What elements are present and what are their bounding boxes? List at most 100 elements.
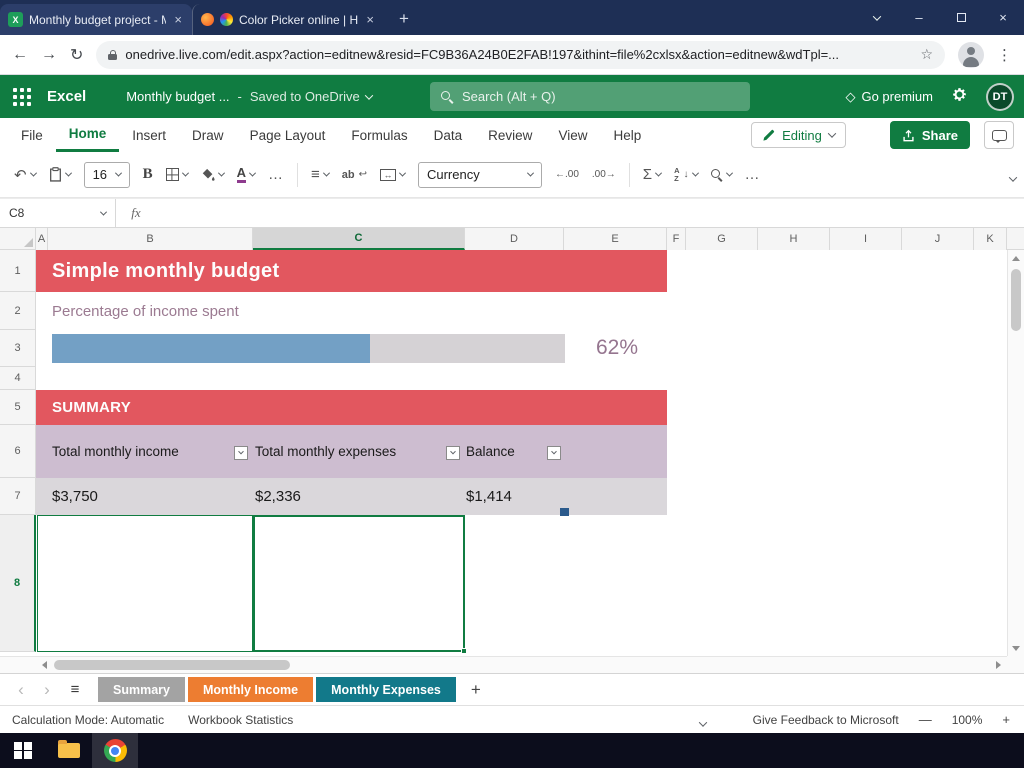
status-chevron-icon[interactable] [698, 716, 708, 730]
sheet-tab-monthly-income[interactable]: Monthly Income [187, 677, 314, 702]
browser-menu-icon[interactable]: ⋮ [997, 46, 1012, 64]
sort-filter-button[interactable]: A Z ↓ [674, 167, 699, 182]
search-box[interactable]: Search (Alt + Q) [430, 82, 750, 111]
horizontal-scrollbar[interactable] [0, 656, 1007, 673]
cell-B8[interactable] [37, 515, 253, 652]
percent-label-cell[interactable]: Percentage of income spent [52, 292, 239, 330]
forward-button[interactable]: → [41, 46, 57, 64]
cell-C8-selected[interactable] [253, 515, 467, 654]
ribbon-tab-page-layout[interactable]: Page Layout [237, 118, 339, 152]
comments-button[interactable] [984, 121, 1014, 149]
ribbon-tab-help[interactable]: Help [600, 118, 654, 152]
zoom-out-button[interactable]: — [919, 712, 932, 727]
column-header-G[interactable]: G [686, 228, 758, 250]
tab-close-icon[interactable]: × [364, 12, 376, 27]
column-header-C[interactable]: C [253, 228, 465, 250]
column-header-H[interactable]: H [758, 228, 830, 250]
title-banner-cell[interactable]: Simple monthly budget [36, 250, 667, 292]
close-button[interactable]: × [982, 0, 1024, 35]
ribbon-tab-insert[interactable]: Insert [119, 118, 179, 152]
vertical-scrollbar[interactable] [1007, 250, 1024, 656]
row-header-6[interactable]: 6 [0, 425, 36, 478]
cell-income-value[interactable]: $3,750 [52, 478, 98, 515]
row-header-3[interactable]: 3 [0, 330, 36, 367]
column-header-I[interactable]: I [830, 228, 902, 250]
merge-cells-button[interactable]: ↔ [379, 168, 407, 181]
ribbon-tab-home[interactable]: Home [55, 118, 120, 152]
font-color-button[interactable]: A [236, 166, 257, 183]
feedback-link[interactable]: Give Feedback to Microsoft [753, 713, 899, 727]
find-button[interactable] [710, 168, 733, 181]
new-tab-button[interactable]: + [390, 5, 418, 33]
tab-search-chevron-icon[interactable] [856, 0, 898, 35]
back-button[interactable]: ← [12, 46, 28, 64]
wrap-text-button[interactable]: ab ↩ [342, 169, 367, 181]
ribbon-tab-file[interactable]: File [8, 118, 56, 152]
undo-button[interactable]: ↶ [14, 166, 37, 184]
ribbon-collapse-button[interactable] [1008, 169, 1018, 187]
share-button[interactable]: Share [889, 121, 970, 149]
column-header-D[interactable]: D [465, 228, 564, 250]
maximize-button[interactable] [940, 0, 982, 35]
editing-mode-button[interactable]: Editing [751, 122, 846, 148]
percent-value-cell[interactable]: 62% [596, 332, 638, 363]
sheet-tab-summary[interactable]: Summary [98, 677, 185, 702]
fill-handle[interactable] [461, 648, 467, 654]
bold-button[interactable]: B [143, 166, 153, 183]
account-avatar[interactable]: DT [986, 82, 1014, 111]
cell-balance-value[interactable]: $1,414 [466, 478, 512, 515]
column-header-A[interactable]: A [36, 228, 48, 250]
row-header-2[interactable]: 2 [0, 292, 36, 330]
document-title[interactable]: Monthly budget ... [126, 89, 229, 104]
table-header-income[interactable]: Total monthly income [52, 425, 179, 478]
filter-dropdown-income[interactable] [234, 446, 248, 460]
column-header-F[interactable]: F [667, 228, 686, 250]
more-toolbar-options-button[interactable]: … [745, 166, 761, 183]
decrease-decimal-button[interactable]: ←.00 [555, 169, 579, 180]
vertical-scroll-thumb[interactable] [1011, 269, 1021, 331]
font-size-select[interactable]: 16 [83, 161, 130, 188]
paste-button[interactable] [49, 167, 72, 182]
app-launcher-icon[interactable] [13, 87, 31, 106]
borders-button[interactable] [165, 168, 189, 181]
browser-tab-colorpicker[interactable]: Color Picker online | HEX Col × [192, 4, 384, 35]
sheet-next-icon[interactable]: › [34, 680, 60, 700]
bookmark-star-icon[interactable]: ☆ [920, 46, 933, 63]
alignment-button[interactable]: ≡ [311, 166, 330, 183]
ribbon-tab-review[interactable]: Review [475, 118, 545, 152]
go-premium-button[interactable]: ◇ Go premium [845, 89, 933, 105]
sheet-list-menu-icon[interactable]: ≡ [60, 681, 90, 698]
column-header-J[interactable]: J [902, 228, 974, 250]
ribbon-tab-view[interactable]: View [545, 118, 600, 152]
summary-banner-cell[interactable]: SUMMARY [36, 390, 667, 425]
column-header-K[interactable]: K [974, 228, 1007, 250]
scroll-down-icon[interactable] [1008, 640, 1024, 656]
scroll-up-icon[interactable] [1008, 250, 1024, 266]
ribbon-tab-data[interactable]: Data [421, 118, 476, 152]
browser-tab-excel[interactable]: X Monthly budget project - Micros × [0, 4, 192, 35]
row-header-4[interactable]: 4 [0, 367, 36, 390]
row-header-7[interactable]: 7 [0, 478, 36, 515]
sheet-prev-icon[interactable]: ‹ [8, 680, 34, 700]
browser-profile-avatar[interactable] [958, 41, 984, 68]
scroll-right-icon[interactable] [990, 657, 1006, 673]
horizontal-scroll-thumb[interactable] [54, 660, 290, 670]
name-box[interactable]: C8 [0, 199, 116, 227]
increase-decimal-button[interactable]: .00→ [592, 169, 616, 180]
row-header-1[interactable]: 1 [0, 250, 36, 292]
calculation-mode-button[interactable]: Calculation Mode: Automatic [0, 713, 176, 727]
url-bar[interactable]: onedrive.live.com/edit.aspx?action=editn… [96, 40, 945, 69]
zoom-level[interactable]: 100% [952, 713, 983, 727]
fill-color-button[interactable] [201, 168, 225, 182]
add-sheet-button[interactable]: + [471, 680, 481, 700]
column-header-E[interactable]: E [564, 228, 667, 250]
workbook-statistics-button[interactable]: Workbook Statistics [176, 713, 305, 727]
settings-gear-icon[interactable] [951, 86, 968, 108]
ribbon-tab-draw[interactable]: Draw [179, 118, 237, 152]
number-format-select[interactable]: Currency [417, 161, 542, 188]
tab-close-icon[interactable]: × [172, 12, 184, 27]
table-header-balance[interactable]: Balance [466, 425, 515, 478]
select-all-corner[interactable] [0, 228, 36, 250]
sheet-tab-monthly-expenses[interactable]: Monthly Expenses [316, 677, 456, 702]
chrome-taskbar-button[interactable] [92, 733, 138, 768]
